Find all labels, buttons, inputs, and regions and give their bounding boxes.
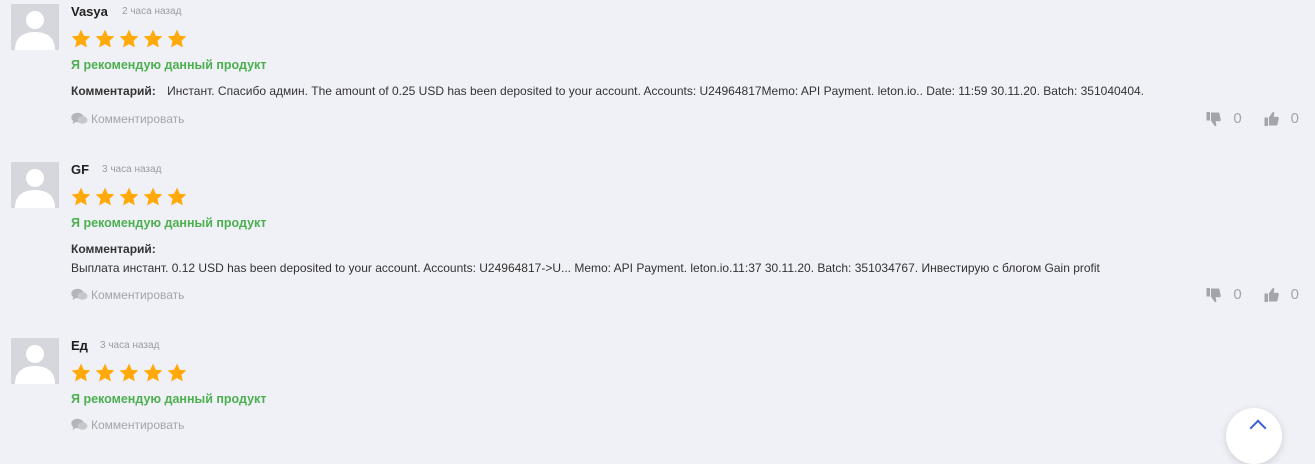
- speech-bubbles-icon: [71, 288, 88, 300]
- comment-label: Комментарий:: [71, 242, 156, 256]
- dislike-button[interactable]: 0: [1206, 110, 1242, 127]
- reply-label: Комментировать: [91, 288, 185, 302]
- star-icon: [143, 187, 163, 206]
- reply-label: Комментировать: [91, 418, 185, 432]
- review-time: 2 часа назад: [122, 6, 182, 17]
- review-comment: Комментарий: Выплата инстант. 0.12 USD h…: [71, 242, 1100, 275]
- reply-label: Комментировать: [91, 112, 185, 126]
- star-icon: [95, 187, 115, 206]
- avatar-icon[interactable]: [11, 162, 59, 208]
- review-author[interactable]: Ед: [71, 338, 88, 353]
- review-comment: Комментарий: Инстант. Спасибо админ. The…: [71, 84, 1144, 98]
- vote-controls: 0 0: [1206, 110, 1299, 127]
- star-icon: [71, 187, 91, 206]
- reply-button[interactable]: Комментировать: [71, 418, 184, 432]
- star-icon: [71, 363, 91, 382]
- star-icon: [95, 363, 115, 382]
- comment-text: Выплата инстант. 0.12 USD has been depos…: [71, 261, 1100, 275]
- speech-bubbles-icon: [71, 418, 88, 430]
- star-icon: [143, 363, 163, 382]
- star-icon: [167, 29, 187, 48]
- chevron-up-icon: [1249, 419, 1267, 437]
- reply-button[interactable]: Комментировать: [71, 288, 184, 302]
- like-count: 0: [1290, 110, 1299, 127]
- like-button[interactable]: 0: [1264, 286, 1299, 303]
- reply-button[interactable]: Комментировать: [71, 112, 184, 126]
- thumbs-down-icon: [1206, 111, 1222, 126]
- star-icon: [95, 29, 115, 48]
- like-button[interactable]: 0: [1264, 110, 1299, 127]
- star-icon: [167, 187, 187, 206]
- thumbs-down-icon: [1206, 287, 1222, 302]
- dislike-button[interactable]: 0: [1206, 286, 1242, 303]
- star-icon: [119, 29, 139, 48]
- star-icon: [167, 363, 187, 382]
- review-author[interactable]: Vasya: [71, 4, 108, 19]
- dislike-count: 0: [1233, 110, 1242, 127]
- review-author[interactable]: GF: [71, 162, 89, 177]
- star-icon: [143, 29, 163, 48]
- recommend-label: Я рекомендую данный продукт: [71, 216, 267, 230]
- avatar-icon[interactable]: [11, 338, 59, 384]
- comment-label: Комментарий:: [71, 84, 156, 98]
- scroll-top-button[interactable]: [1226, 408, 1282, 464]
- like-count: 0: [1290, 286, 1299, 303]
- avatar-icon[interactable]: [11, 4, 59, 50]
- speech-bubbles-icon: [71, 112, 88, 124]
- thumbs-up-icon: [1264, 111, 1279, 126]
- recommend-label: Я рекомендую данный продукт: [71, 392, 267, 406]
- dislike-count: 0: [1233, 286, 1242, 303]
- review-time: 3 часа назад: [102, 164, 162, 175]
- star-icon: [119, 187, 139, 206]
- review-time: 3 часа назад: [100, 340, 160, 351]
- comment-text: Инстант. Спасибо админ. The amount of 0.…: [167, 84, 1145, 98]
- vote-controls: 0 0: [1206, 286, 1299, 303]
- recommend-label: Я рекомендую данный продукт: [71, 58, 267, 72]
- rating-stars: [70, 28, 190, 50]
- thumbs-up-icon: [1264, 287, 1279, 302]
- star-icon: [119, 363, 139, 382]
- star-icon: [71, 29, 91, 48]
- rating-stars: [70, 362, 190, 384]
- rating-stars: [70, 186, 190, 208]
